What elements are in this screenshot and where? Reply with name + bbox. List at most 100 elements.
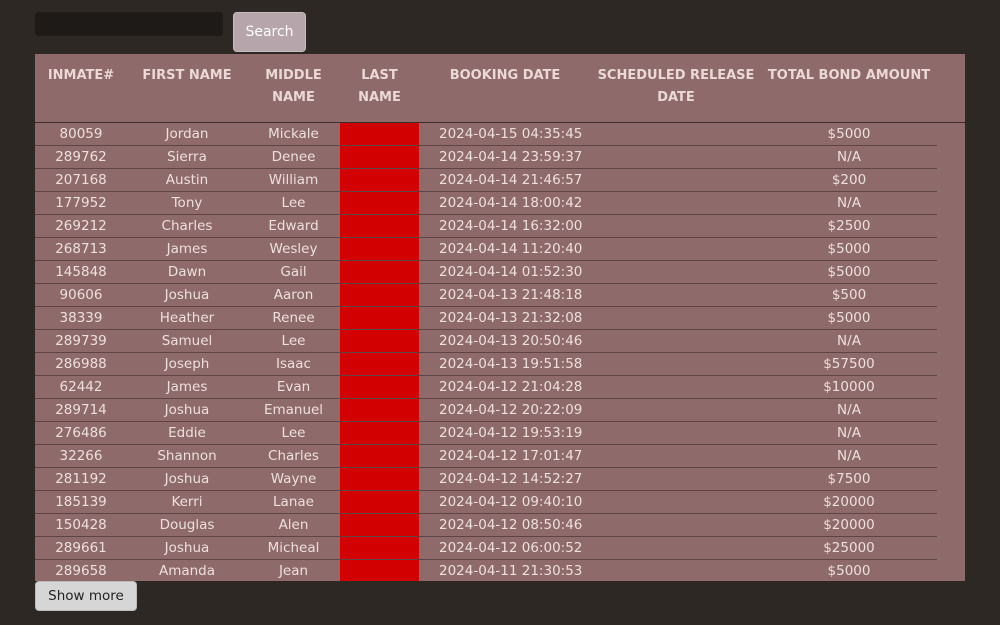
cell-last-name-redacted bbox=[340, 237, 419, 261]
cell-booking-date: 2024-04-15 04:35:45 bbox=[419, 122, 591, 146]
cell-middle-name: Emanuel bbox=[247, 398, 340, 422]
cell-middle-name: Micheal bbox=[247, 536, 340, 560]
search-button[interactable]: Search bbox=[233, 12, 306, 52]
table-row[interactable]: 62442 James Evan 2024-04-12 21:04:28 $10000 bbox=[35, 375, 937, 399]
cell-last-name-redacted bbox=[340, 467, 419, 491]
cell-scheduled-release-date bbox=[591, 191, 761, 215]
cell-booking-date: 2024-04-14 21:46:57 bbox=[419, 168, 591, 192]
table-row[interactable]: 289739 Samuel Lee 2024-04-13 20:50:46 N/A bbox=[35, 329, 937, 353]
search-input[interactable] bbox=[35, 12, 223, 36]
cell-first-name: Jordan bbox=[127, 122, 247, 146]
cell-scheduled-release-date bbox=[591, 444, 761, 468]
cell-total-bond-amount: $7500 bbox=[761, 467, 937, 491]
cell-total-bond-amount: N/A bbox=[761, 191, 937, 215]
cell-first-name: Tony bbox=[127, 191, 247, 215]
cell-last-name-redacted bbox=[340, 283, 419, 307]
cell-scheduled-release-date bbox=[591, 145, 761, 169]
cell-inmate-number: 289658 bbox=[35, 559, 127, 581]
cell-inmate-number: 268713 bbox=[35, 237, 127, 261]
table-row[interactable]: 268713 James Wesley 2024-04-14 11:20:40 $500… bbox=[35, 237, 937, 261]
cell-last-name-redacted bbox=[340, 421, 419, 445]
cell-booking-date: 2024-04-14 11:20:40 bbox=[419, 237, 591, 261]
cell-total-bond-amount: $200 bbox=[761, 168, 937, 192]
cell-last-name-redacted bbox=[340, 536, 419, 560]
cell-middle-name: Lee bbox=[247, 329, 340, 353]
table-row[interactable]: 281192 Joshua Wayne 2024-04-12 14:52:27 $750… bbox=[35, 467, 937, 491]
cell-scheduled-release-date bbox=[591, 467, 761, 491]
table-row[interactable]: 289661 Joshua Micheal 2024-04-12 06:00:52 $2… bbox=[35, 536, 937, 560]
cell-booking-date: 2024-04-12 09:40:10 bbox=[419, 490, 591, 514]
table-row[interactable]: 38339 Heather Renee 2024-04-13 21:32:08 $500… bbox=[35, 306, 937, 330]
table-row[interactable]: 276486 Eddie Lee 2024-04-12 19:53:19 N/A bbox=[35, 421, 937, 445]
cell-booking-date: 2024-04-12 19:53:19 bbox=[419, 421, 591, 445]
table-body: 80059 Jordan Mickale 2024-04-15 04:35:45 $50… bbox=[35, 122, 937, 581]
cell-middle-name: Gail bbox=[247, 260, 340, 284]
cell-total-bond-amount: $2500 bbox=[761, 214, 937, 238]
cell-middle-name: Edward bbox=[247, 214, 340, 238]
cell-inmate-number: 286988 bbox=[35, 352, 127, 376]
cell-middle-name: William bbox=[247, 168, 340, 192]
cell-inmate-number: 269212 bbox=[35, 214, 127, 238]
table-row[interactable]: 269212 Charles Edward 2024-04-14 16:32:00 $2… bbox=[35, 214, 937, 238]
cell-first-name: Kerri bbox=[127, 490, 247, 514]
cell-scheduled-release-date bbox=[591, 375, 761, 399]
cell-booking-date: 2024-04-14 16:32:00 bbox=[419, 214, 591, 238]
cell-first-name: Shannon bbox=[127, 444, 247, 468]
cell-inmate-number: 289661 bbox=[35, 536, 127, 560]
cell-total-bond-amount: N/A bbox=[761, 444, 937, 468]
cell-booking-date: 2024-04-14 01:52:30 bbox=[419, 260, 591, 284]
cell-scheduled-release-date bbox=[591, 260, 761, 284]
header-inmate-number: INMATE# bbox=[35, 54, 127, 123]
cell-first-name: Amanda bbox=[127, 559, 247, 581]
cell-first-name: Joshua bbox=[127, 398, 247, 422]
cell-total-bond-amount: $20000 bbox=[761, 513, 937, 537]
cell-scheduled-release-date bbox=[591, 398, 761, 422]
cell-last-name-redacted bbox=[340, 559, 419, 581]
header-divider bbox=[35, 122, 965, 123]
cell-booking-date: 2024-04-12 20:22:09 bbox=[419, 398, 591, 422]
table-row[interactable]: 32266 Shannon Charles 2024-04-12 17:01:47 N/… bbox=[35, 444, 937, 468]
table-row[interactable]: 145848 Dawn Gail 2024-04-14 01:52:30 $5000 bbox=[35, 260, 937, 284]
cell-first-name: Eddie bbox=[127, 421, 247, 445]
cell-inmate-number: 150428 bbox=[35, 513, 127, 537]
cell-first-name: Charles bbox=[127, 214, 247, 238]
table-row[interactable]: 207168 Austin William 2024-04-14 21:46:57 $2… bbox=[35, 168, 937, 192]
table-row[interactable]: 185139 Kerri Lanae 2024-04-12 09:40:10 $2000… bbox=[35, 490, 937, 514]
cell-last-name-redacted bbox=[340, 329, 419, 353]
cell-booking-date: 2024-04-12 21:04:28 bbox=[419, 375, 591, 399]
cell-scheduled-release-date bbox=[591, 536, 761, 560]
table-row[interactable]: 177952 Tony Lee 2024-04-14 18:00:42 N/A bbox=[35, 191, 937, 215]
cell-total-bond-amount: $5000 bbox=[761, 559, 937, 581]
cell-first-name: Joshua bbox=[127, 536, 247, 560]
cell-last-name-redacted bbox=[340, 513, 419, 537]
cell-inmate-number: 276486 bbox=[35, 421, 127, 445]
cell-booking-date: 2024-04-13 21:48:18 bbox=[419, 283, 591, 307]
cell-scheduled-release-date bbox=[591, 237, 761, 261]
cell-total-bond-amount: $25000 bbox=[761, 536, 937, 560]
cell-last-name-redacted bbox=[340, 375, 419, 399]
table-row[interactable]: 289762 Sierra Denee 2024-04-14 23:59:37 N/A bbox=[35, 145, 937, 169]
cell-middle-name: Charles bbox=[247, 444, 340, 468]
table-row[interactable]: 150428 Douglas Alen 2024-04-12 08:50:46 $200… bbox=[35, 513, 937, 537]
cell-middle-name: Jean bbox=[247, 559, 340, 581]
table-row[interactable]: 90606 Joshua Aaron 2024-04-13 21:48:18 $500 bbox=[35, 283, 937, 307]
cell-middle-name: Mickale bbox=[247, 122, 340, 146]
cell-scheduled-release-date bbox=[591, 490, 761, 514]
cell-last-name-redacted bbox=[340, 214, 419, 238]
table-row[interactable]: 289714 Joshua Emanuel 2024-04-12 20:22:09 N/… bbox=[35, 398, 937, 422]
cell-total-bond-amount: N/A bbox=[761, 329, 937, 353]
cell-inmate-number: 207168 bbox=[35, 168, 127, 192]
cell-scheduled-release-date bbox=[591, 283, 761, 307]
cell-total-bond-amount: $10000 bbox=[761, 375, 937, 399]
cell-booking-date: 2024-04-13 21:32:08 bbox=[419, 306, 591, 330]
table-row[interactable]: 289658 Amanda Jean 2024-04-11 21:30:53 $5000 bbox=[35, 559, 937, 581]
table-row[interactable]: 286988 Joseph Isaac 2024-04-13 19:51:58 $575… bbox=[35, 352, 937, 376]
cell-total-bond-amount: N/A bbox=[761, 421, 937, 445]
cell-last-name-redacted bbox=[340, 444, 419, 468]
show-more-button[interactable]: Show more bbox=[35, 581, 137, 611]
table-row[interactable]: 80059 Jordan Mickale 2024-04-15 04:35:45 $50… bbox=[35, 122, 937, 146]
cell-inmate-number: 281192 bbox=[35, 467, 127, 491]
header-first-name: FIRST NAME bbox=[127, 54, 247, 123]
cell-inmate-number: 289714 bbox=[35, 398, 127, 422]
cell-first-name: Douglas bbox=[127, 513, 247, 537]
